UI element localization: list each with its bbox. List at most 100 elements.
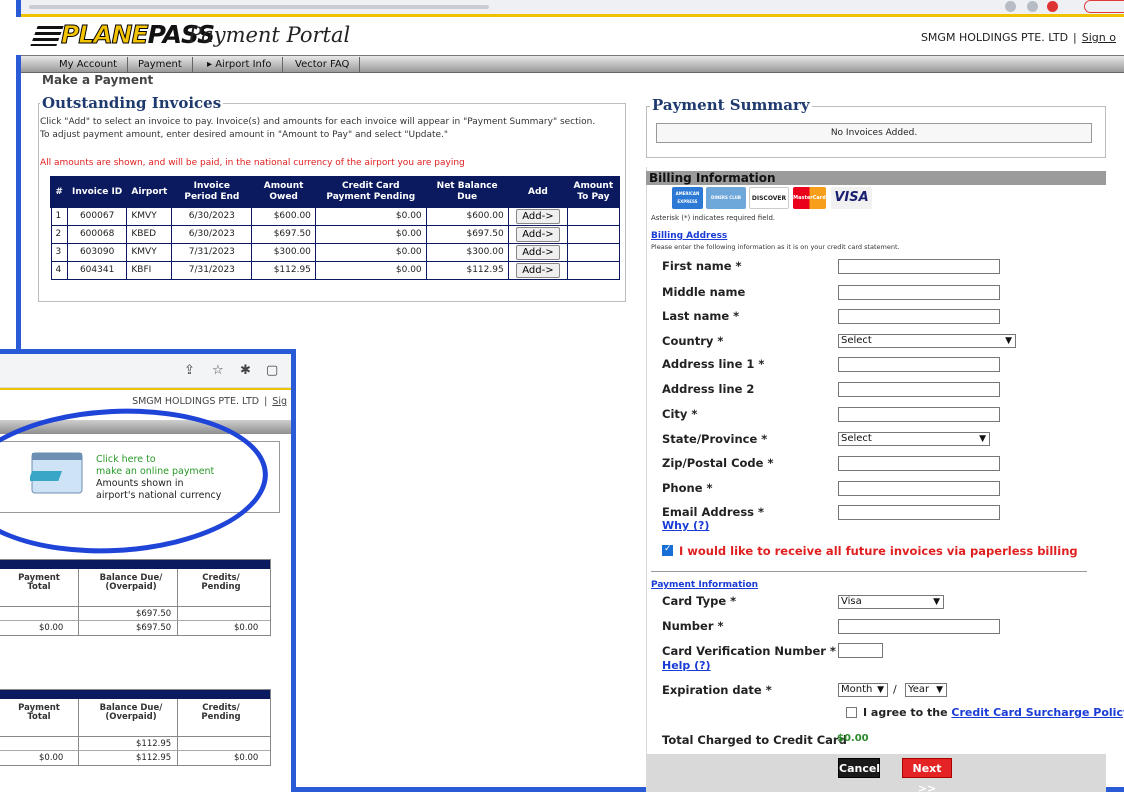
page-title: Make a Payment (42, 73, 154, 87)
middle-name-input[interactable] (838, 285, 1000, 300)
table-column-headers: Payment Total Balance Due/ (Overpaid) Cr… (0, 569, 270, 607)
inset-signout-link[interactable]: Sig (272, 396, 287, 407)
outstanding-invoices-title: Outstanding Invoices (40, 94, 224, 112)
zip-input[interactable] (838, 456, 1000, 471)
country-select[interactable]: Select ▼ (838, 334, 1016, 348)
card-type-select[interactable]: Visa ▼ (838, 595, 944, 609)
address-line-1-input[interactable] (838, 357, 1000, 372)
profile-icon[interactable] (1047, 1, 1058, 12)
table-row: $697.50 (0, 607, 270, 621)
card-number-input[interactable] (838, 619, 1000, 634)
exp-year-value: Year (908, 684, 930, 695)
balance-table-1: Payment Total Balance Due/ (Overpaid) Cr… (0, 559, 271, 636)
nav-my-account[interactable]: My Account (49, 57, 129, 73)
agree-text: I agree to the (863, 706, 952, 719)
company-name: SMGM HOLDINGS PTE. LTD (920, 31, 1069, 44)
address-line-2-input[interactable] (838, 382, 1000, 397)
city-input[interactable] (838, 407, 1000, 422)
amount-to-pay-cell[interactable] (567, 242, 620, 262)
cvn-help-link[interactable]: Help (?) (662, 659, 711, 672)
exp-year-select[interactable]: Year ▼ (905, 683, 947, 697)
col-header: # (49, 176, 69, 208)
nav-vector-faq[interactable]: Vector FAQ (285, 57, 361, 73)
email-input[interactable] (838, 505, 1000, 520)
amount-to-pay-cell[interactable] (567, 206, 620, 226)
address-line-2-label: Address line 2 (662, 382, 755, 396)
state-select[interactable]: Select ▼ (838, 432, 990, 446)
cell-net: $600.00 (425, 206, 509, 226)
address-bar[interactable] (29, 5, 489, 9)
cell-airport: KMVY (126, 206, 173, 226)
city-label: City * (662, 407, 698, 421)
signout-link[interactable]: Sign o (1082, 31, 1116, 44)
cell-pending: $0.00 (314, 260, 427, 280)
col-header: Amount Owed (250, 176, 317, 208)
exp-separator: / (893, 683, 897, 696)
surcharge-policy-link[interactable]: Credit Card Surcharge Policy (951, 706, 1124, 719)
nav-payment[interactable]: Payment (128, 57, 193, 73)
logo-text-plane: PLANE (61, 20, 150, 49)
add-invoice-button[interactable]: Add-> (516, 208, 560, 224)
amount-to-pay-cell[interactable] (567, 224, 620, 244)
currency-note: All amounts are shown, and will be paid,… (40, 158, 465, 168)
billing-address-note: Please enter the following information a… (651, 243, 900, 251)
cell-owed: $300.00 (251, 242, 316, 262)
payment-information-heading[interactable]: Payment Information (651, 580, 758, 590)
discover-card-icon: DISCOVER (749, 187, 789, 209)
card-number-label: Number * (662, 619, 724, 633)
profile-button[interactable] (1084, 0, 1124, 13)
nav-airport-info[interactable]: ▸ Airport Info (197, 57, 283, 73)
invoice-instructions: Click "Add" to select an invoice to pay.… (40, 116, 595, 142)
cell-airport: KBFI (126, 260, 173, 280)
chevron-down-icon: ▼ (936, 685, 943, 695)
state-label: State/Province * (662, 432, 768, 446)
phone-input[interactable] (838, 481, 1000, 496)
invoices-header-row: # Invoice ID Airport Invoice Period End … (49, 176, 621, 208)
billing-header: Billing Information (646, 171, 1106, 185)
table-row: $0.00 $112.95 $0.00 (0, 751, 270, 765)
amount-to-pay-cell[interactable] (567, 260, 620, 280)
cell-owed: $112.95 (251, 260, 316, 280)
col-header: Payment Total (18, 703, 60, 722)
col-header: Credits/ Pending (201, 573, 241, 592)
cell-payment-total: $0.00 (39, 623, 64, 633)
add-invoice-button[interactable]: Add-> (516, 244, 560, 260)
cell-period: 6/30/2023 (171, 206, 253, 226)
paperless-checkbox[interactable] (662, 544, 673, 556)
next-button[interactable]: Next >> (902, 758, 952, 795)
cell-pending: $0.00 (314, 242, 427, 262)
chevron-down-icon: ▼ (933, 597, 940, 607)
share-icon[interactable]: ⇪ (184, 363, 195, 378)
add-invoice-button[interactable]: Add-> (516, 226, 560, 242)
cancel-button[interactable]: Cancel (838, 758, 880, 778)
inset-browser-window: ⇪ ☆ ✱ ▢ SMGM HOLDINGS PTE. LTD | Sig Click… (0, 349, 296, 792)
cell-period: 7/31/2023 (171, 260, 253, 280)
surcharge-agreement[interactable]: I agree to the Credit Card Surcharge Pol… (846, 706, 1124, 719)
first-name-input[interactable] (838, 259, 1000, 274)
cvn-input[interactable] (838, 643, 883, 658)
window-icon[interactable]: ▢ (266, 363, 278, 378)
exp-month-select[interactable]: Month ▼ (838, 683, 888, 697)
extension-icon[interactable] (1005, 1, 1016, 12)
browser-toolbar (21, 0, 1124, 14)
extensions-icon[interactable]: ✱ (240, 363, 251, 378)
chevron-down-icon: ▼ (877, 685, 884, 695)
why-link[interactable]: Why (?) (662, 519, 709, 532)
mastercard-icon: MasterCard (793, 187, 826, 209)
cell-invoice-id: 604341 (66, 260, 128, 280)
bookmark-icon[interactable] (1027, 1, 1038, 12)
payment-summary-empty: No Invoices Added. (656, 123, 1092, 143)
surcharge-checkbox[interactable] (846, 706, 857, 718)
invoices-table: # Invoice ID Airport Invoice Period End … (49, 176, 621, 280)
cell-add: Add-> (507, 224, 569, 244)
paperless-option[interactable]: I would like to receive all future invoi… (662, 544, 1078, 558)
add-invoice-button[interactable]: Add-> (516, 262, 560, 278)
cell-invoice-id: 603090 (66, 242, 128, 262)
star-icon[interactable]: ☆ (212, 363, 224, 378)
table-column-headers: Payment Total Balance Due/ (Overpaid) Cr… (0, 699, 270, 737)
billing-address-heading[interactable]: Billing Address (651, 231, 727, 241)
col-header: Balance Due/ (Overpaid) (99, 573, 163, 592)
card-type-label: Card Type * (662, 594, 737, 608)
last-name-input[interactable] (838, 309, 1000, 324)
cell-balance: $697.50 (136, 609, 172, 619)
